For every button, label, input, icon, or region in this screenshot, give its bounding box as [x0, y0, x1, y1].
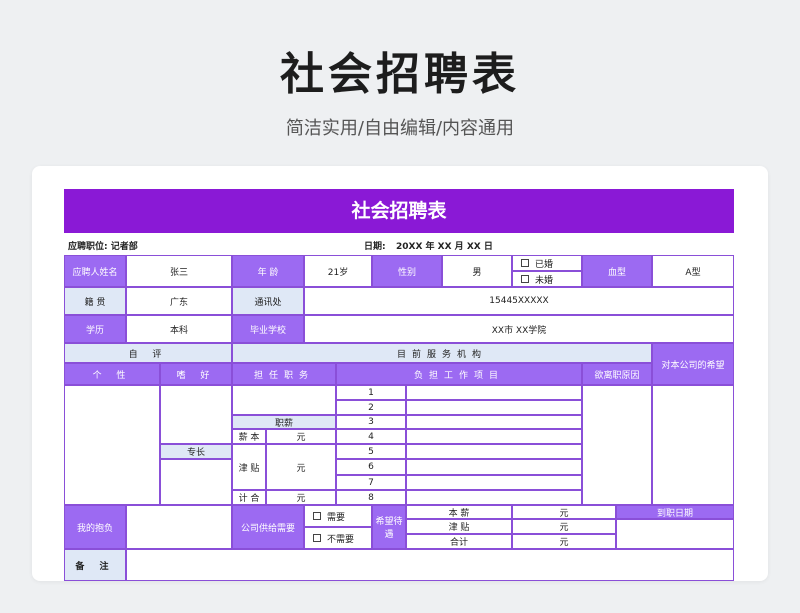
checkbox-need[interactable] — [313, 512, 321, 520]
no-need-option[interactable]: 不需要 — [304, 527, 372, 549]
need-label: 需要 — [327, 512, 346, 523]
date-value: 20XX 年 XX 月 XX 日 — [396, 242, 493, 252]
page-title: 社会招聘表 — [280, 49, 520, 100]
blood-value[interactable]: A型 — [652, 255, 734, 287]
position-label: 应聘职位: 记者部 — [68, 242, 138, 252]
page-subtitle: 简洁实用/自由编辑/内容通用 — [285, 118, 515, 139]
gender-label: 性别 — [372, 255, 442, 287]
resign-reason-header: 欲离职原因 — [582, 363, 652, 385]
gender-value[interactable]: 男 — [442, 255, 512, 287]
school-label: 毕业学校 — [232, 315, 304, 343]
work-item-field[interactable] — [406, 459, 582, 475]
duty-header: 担任职务 — [232, 363, 336, 385]
specialty-label: 专长 — [160, 444, 232, 459]
name-value[interactable]: 张三 — [126, 255, 232, 287]
school-value[interactable]: XX市 XX学院 — [304, 315, 734, 343]
expectation-field[interactable] — [652, 385, 734, 505]
age-label: 年 龄 — [232, 255, 304, 287]
hobby-field[interactable] — [160, 385, 232, 444]
start-date-label: 到职日期 — [616, 505, 734, 519]
work-item-field[interactable] — [406, 429, 582, 444]
contact-value[interactable]: 15445XXXXX — [304, 287, 734, 315]
recruitment-form: 社会招聘表 应聘职位: 记者部 日期: 20XX 年 XX 月 XX 日 应聘人… — [64, 189, 734, 581]
checkbox-married[interactable] — [521, 259, 529, 267]
date-label: 日期: — [364, 242, 386, 252]
hope-treatment-label: 希望待遇 — [372, 505, 406, 549]
name-label: 应聘人姓名 — [64, 255, 126, 287]
hope-total-unit[interactable]: 元 — [512, 534, 616, 549]
row-number: 6 — [336, 459, 406, 475]
personality-header: 个 性 — [64, 363, 160, 385]
row-number: 3 — [336, 415, 406, 429]
base-pay-unit[interactable]: 元 — [266, 429, 336, 444]
hope-allowance-unit[interactable]: 元 — [512, 519, 616, 534]
work-item-field[interactable] — [406, 475, 582, 490]
row-number: 5 — [336, 444, 406, 459]
hope-allowance-label: 津 贴 — [406, 519, 512, 534]
hope-base-unit[interactable]: 元 — [512, 505, 616, 519]
company-provide-label: 公司供给需要 — [232, 505, 304, 549]
married-option[interactable]: 已婚 — [512, 255, 582, 271]
remark-field[interactable] — [126, 549, 734, 581]
work-item-field[interactable] — [406, 415, 582, 429]
contact-label: 通讯处 — [232, 287, 304, 315]
work-item-field[interactable] — [406, 400, 582, 415]
row-number: 8 — [336, 490, 406, 505]
duty-field[interactable] — [232, 385, 336, 415]
origin-label: 籍 贯 — [64, 287, 126, 315]
checkbox-unmarried[interactable] — [521, 275, 529, 283]
expectation-header: 对本公司的希望 — [652, 343, 734, 385]
row-number: 7 — [336, 475, 406, 490]
personality-field[interactable] — [64, 385, 160, 505]
edu-label: 学历 — [64, 315, 126, 343]
hope-base-label: 本 薪 — [406, 505, 512, 519]
base-pay-label: 薪 本 — [232, 429, 266, 444]
row-number: 2 — [336, 400, 406, 415]
hobby-header: 嗜 好 — [160, 363, 232, 385]
checkbox-no-need[interactable] — [313, 534, 321, 542]
total-unit[interactable]: 元 — [266, 490, 336, 505]
work-item-field[interactable] — [406, 490, 582, 505]
blood-label: 血型 — [582, 255, 652, 287]
salary-header: 职薪 — [232, 415, 336, 429]
origin-value[interactable]: 广东 — [126, 287, 232, 315]
total-label: 计 合 — [232, 490, 266, 505]
no-need-label: 不需要 — [327, 534, 355, 545]
unmarried-label: 未婚 — [535, 275, 554, 286]
married-label: 已婚 — [535, 259, 554, 270]
allowance-unit[interactable]: 元 — [266, 444, 336, 490]
need-option[interactable]: 需要 — [304, 505, 372, 527]
current-org-header: 目前服务机构 — [232, 343, 652, 363]
start-date-field[interactable] — [616, 519, 734, 549]
allowance-label: 津 贴 — [232, 444, 266, 490]
row-number: 1 — [336, 385, 406, 400]
self-eval-header: 自 评 — [64, 343, 232, 363]
row-number: 4 — [336, 429, 406, 444]
resign-reason-field[interactable] — [582, 385, 652, 505]
ambition-field[interactable] — [126, 505, 232, 549]
remark-label: 备 注 — [64, 549, 126, 581]
work-items-header: 负担工作项目 — [336, 363, 582, 385]
edu-value[interactable]: 本科 — [126, 315, 232, 343]
form-title: 社会招聘表 — [64, 189, 734, 233]
work-item-field[interactable] — [406, 385, 582, 400]
unmarried-option[interactable]: 未婚 — [512, 271, 582, 287]
specialty-field[interactable] — [160, 459, 232, 505]
age-value[interactable]: 21岁 — [304, 255, 372, 287]
work-item-field[interactable] — [406, 444, 582, 459]
ambition-label: 我的抱负 — [64, 505, 126, 549]
hope-total-label: 合计 — [406, 534, 512, 549]
